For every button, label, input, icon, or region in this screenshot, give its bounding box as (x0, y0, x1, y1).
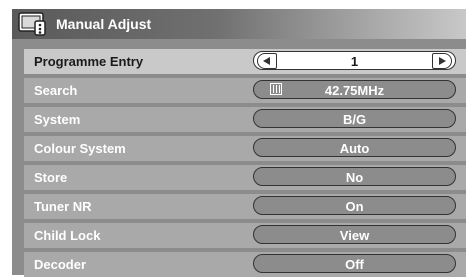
row-search[interactable]: Search 42.75MHz (24, 78, 466, 103)
page-title: Manual Adjust (56, 16, 152, 32)
row-decoder[interactable]: Decoder Off (24, 252, 466, 277)
child-lock-text: View (339, 228, 370, 243)
system-text: B/G (342, 112, 367, 127)
row-label: Colour System (34, 141, 126, 156)
colour-system-value[interactable]: Auto (253, 138, 456, 157)
store-text: No (345, 170, 364, 185)
tuner-nr-text: On (345, 199, 364, 214)
arrow-right-icon[interactable] (432, 53, 452, 69)
row-store[interactable]: Store No (24, 165, 466, 190)
row-programme-entry[interactable]: Programme Entry 1 (24, 49, 466, 74)
frequency-value: 42.75MHz (324, 83, 385, 98)
decoder-value[interactable]: Off (253, 254, 456, 273)
programme-entry-value[interactable]: 1 (253, 51, 456, 70)
row-system[interactable]: System B/G (24, 107, 466, 132)
manual-adjust-panel: Manual Adjust Programme Entry 1 Search 4… (12, 9, 466, 277)
row-label: System (34, 112, 81, 127)
row-label: Child Lock (34, 228, 101, 243)
row-colour-system[interactable]: Colour System Auto (24, 136, 466, 161)
child-lock-value[interactable]: View (253, 225, 456, 244)
row-label: Tuner NR (34, 199, 92, 214)
title-bar: Manual Adjust (12, 9, 466, 39)
decoder-text: Off (345, 257, 364, 272)
colour-system-text: Auto (339, 141, 370, 156)
row-label: Search (34, 83, 78, 98)
search-value[interactable]: 42.75MHz (253, 80, 456, 99)
row-label: Store (34, 170, 68, 185)
store-value[interactable]: No (253, 167, 456, 186)
row-child-lock[interactable]: Child Lock View (24, 223, 466, 248)
tuner-nr-value[interactable]: On (253, 196, 456, 215)
row-label: Programme Entry (34, 54, 144, 69)
row-tuner-nr[interactable]: Tuner NR On (24, 194, 466, 219)
tv-remote-icon (18, 12, 46, 36)
system-value[interactable]: B/G (253, 109, 456, 128)
row-label: Decoder (34, 257, 87, 272)
programme-number: 1 (350, 54, 359, 69)
